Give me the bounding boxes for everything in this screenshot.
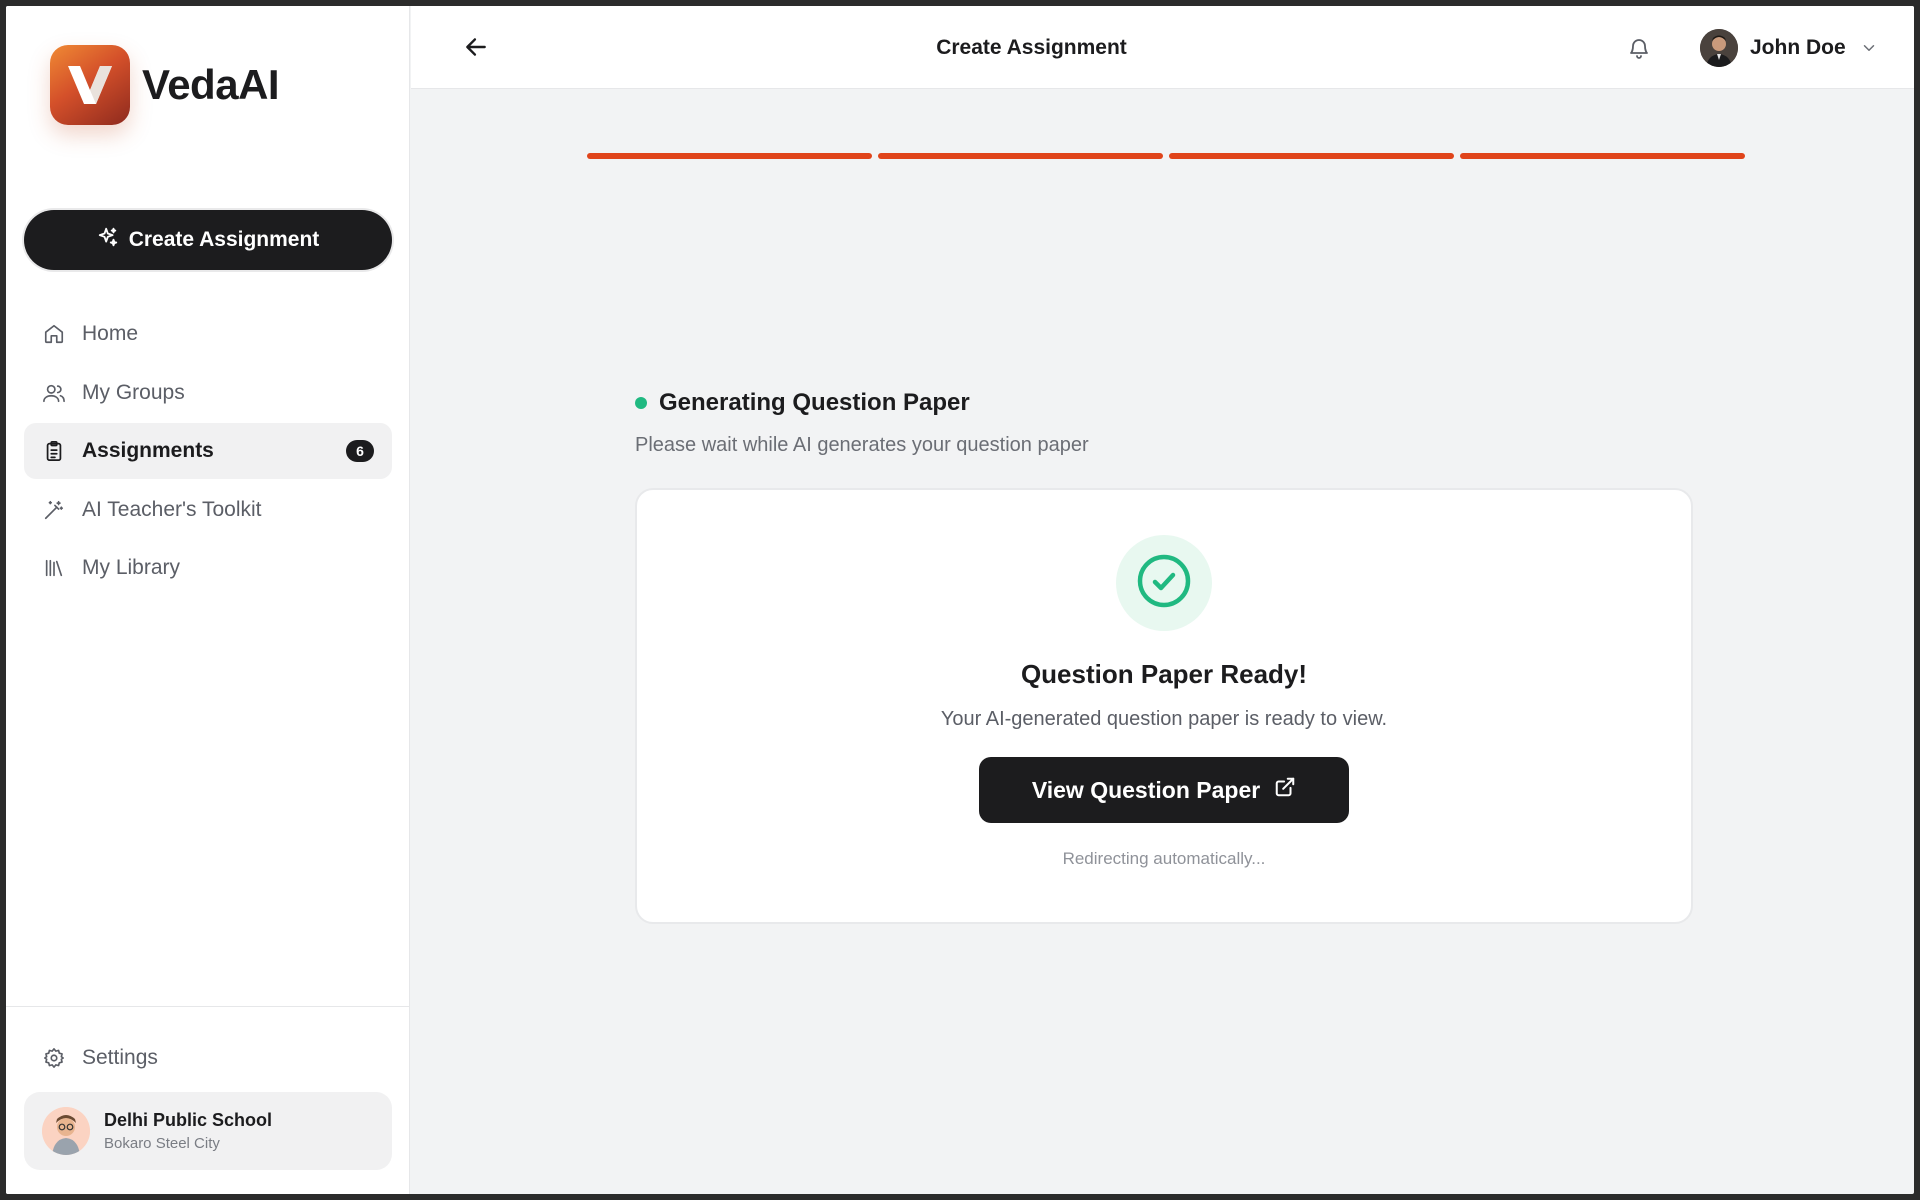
status-subtitle: Please wait while AI generates your ques… bbox=[635, 434, 1089, 456]
generation-status: Generating Question Paper Please wait wh… bbox=[635, 389, 1089, 457]
sidebar-item-label: My Groups bbox=[82, 380, 185, 404]
result-subtitle: Your AI-generated question paper is read… bbox=[940, 708, 1388, 730]
user-avatar bbox=[1700, 29, 1738, 67]
sparkle-icon bbox=[97, 226, 119, 254]
top-bar: Create Assignment John Doe bbox=[411, 6, 1914, 89]
sidebar: VedaAI Create Assignment Home My Groups … bbox=[6, 6, 410, 1194]
status-title: Generating Question Paper bbox=[659, 389, 970, 416]
gear-icon bbox=[42, 1046, 66, 1070]
view-question-paper-button[interactable]: View Question Paper bbox=[979, 757, 1349, 823]
sidebar-item-my-groups[interactable]: My Groups bbox=[24, 365, 392, 421]
sidebar-item-my-library[interactable]: My Library bbox=[24, 540, 392, 596]
sidebar-item-assignments[interactable]: Assignments 6 bbox=[24, 423, 392, 479]
create-assignment-button[interactable]: Create Assignment bbox=[24, 210, 392, 270]
user-name: John Doe bbox=[1750, 36, 1846, 59]
logo[interactable]: VedaAI bbox=[50, 45, 280, 125]
create-assignment-label: Create Assignment bbox=[128, 228, 320, 251]
user-menu[interactable]: John Doe bbox=[1700, 29, 1878, 67]
sidebar-item-label: Settings bbox=[82, 1046, 158, 1069]
library-icon bbox=[42, 556, 66, 580]
home-icon bbox=[42, 322, 66, 346]
page-title: Create Assignment bbox=[936, 36, 1127, 59]
result-card: Question Paper Ready! Your AI-generated … bbox=[635, 488, 1693, 924]
progress-step-2 bbox=[878, 153, 1163, 159]
bell-icon bbox=[1627, 39, 1651, 64]
school-name: Delhi Public School bbox=[104, 1110, 273, 1130]
school-city: Bokaro Steel City bbox=[104, 1135, 220, 1152]
progress-step-4 bbox=[1460, 153, 1745, 159]
status-dot bbox=[635, 397, 647, 409]
settings-section: Settings bbox=[24, 1030, 392, 1089]
app-window: VedaAI Create Assignment Home My Groups … bbox=[6, 6, 1914, 1194]
redirect-text: Redirecting automatically... bbox=[1062, 849, 1266, 868]
check-circle-icon bbox=[1135, 552, 1193, 615]
chevron-down-icon bbox=[1860, 39, 1878, 57]
school-avatar bbox=[42, 1107, 90, 1155]
result-title: Question Paper Ready! bbox=[1020, 659, 1308, 689]
success-badge bbox=[1116, 535, 1212, 631]
users-icon bbox=[42, 381, 66, 405]
sidebar-item-label: Home bbox=[82, 322, 139, 345]
sidebar-divider bbox=[6, 1006, 410, 1007]
progress-step-3 bbox=[1169, 153, 1454, 159]
magic-wand-icon bbox=[42, 498, 66, 522]
app-name: VedaAI bbox=[142, 61, 280, 108]
assignments-count-badge: 6 bbox=[346, 440, 374, 462]
sidebar-item-label: My Library bbox=[82, 556, 181, 579]
clipboard-icon bbox=[42, 439, 66, 463]
progress-step-1 bbox=[587, 153, 872, 159]
view-question-paper-label: View Question Paper bbox=[1031, 776, 1261, 803]
step-progress-bar bbox=[587, 153, 1745, 159]
sidebar-item-label: Assignments bbox=[82, 439, 214, 462]
vedaai-logo-icon bbox=[50, 45, 130, 125]
external-link-icon bbox=[1274, 776, 1296, 804]
sidebar-item-ai-teachers-toolkit[interactable]: AI Teacher's Toolkit bbox=[24, 482, 392, 538]
sidebar-nav: Home My Groups Assignments 6 AI Teacher'… bbox=[24, 306, 392, 599]
sidebar-item-home[interactable]: Home bbox=[24, 306, 392, 362]
sidebar-item-settings[interactable]: Settings bbox=[24, 1030, 392, 1086]
school-card[interactable]: Delhi Public School Bokaro Steel City bbox=[24, 1092, 392, 1170]
sidebar-item-label: AI Teacher's Toolkit bbox=[82, 497, 262, 521]
notifications-button[interactable] bbox=[1627, 36, 1653, 62]
school-info: Delhi Public School Bokaro Steel City bbox=[104, 1110, 272, 1152]
